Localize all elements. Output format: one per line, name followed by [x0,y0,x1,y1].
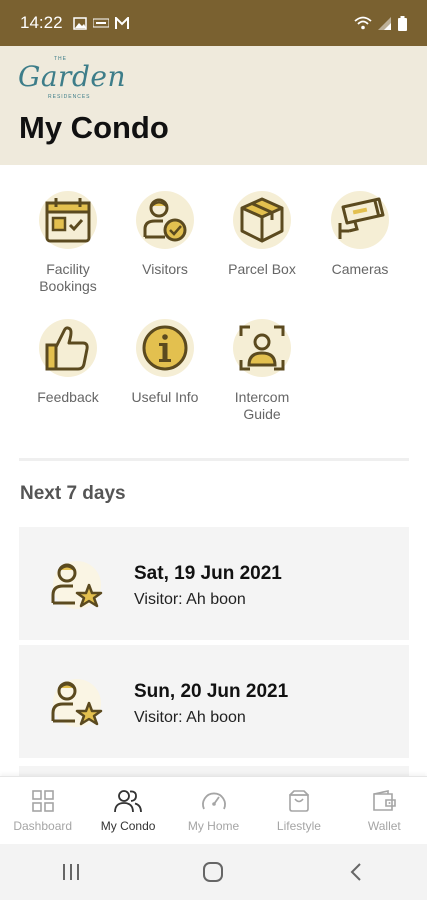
logo-script-text: Garden [18,60,126,93]
battery-icon [398,15,407,31]
tile-visitors[interactable]: Visitors [117,189,213,278]
header: THE Garden RESIDENCES My Condo [0,46,427,165]
tile-label: Feedback [37,389,99,405]
nav-wallet[interactable]: Wallet [342,777,427,844]
visitor-check-icon [143,198,187,242]
status-bar: 14:22 [0,0,427,46]
tile-label: Facility Bookings [39,261,97,294]
tile-label: Intercom Guide [234,389,290,422]
tile-facility-bookings[interactable]: Facility Bookings [20,189,116,295]
notification-icons [72,16,129,30]
tile-label: Useful Info [131,389,199,405]
shopping-bag-icon [289,790,309,812]
m-logo-icon [114,16,129,29]
event-date: Sat, 19 Jun 2021 [134,563,282,584]
nav-label: My Condo [100,819,156,833]
tile-label: Parcel Box [228,261,296,277]
nav-dashboard[interactable]: Dashboard [0,777,85,844]
home-icon[interactable] [202,861,224,883]
nav-label: My Home [187,819,240,833]
system-nav-bar [0,844,427,900]
event-detail: Visitor: Ah boon [134,591,246,608]
logo-bottom-text: RESIDENCES [48,94,91,100]
grid-icon [31,790,54,812]
calendar-icon [45,198,91,243]
tile-useful-info[interactable]: Useful Info [117,317,213,406]
parcel-box-icon [240,197,284,243]
nav-label: Wallet [367,819,401,833]
tile-label: Cameras [331,261,389,277]
event-date: Sun, 20 Jun 2021 [134,681,289,702]
garden-residences-logo: THE Garden RESIDENCES [18,56,125,102]
image-icon [72,16,87,30]
event-card[interactable]: Sun, 20 Jun 2021 Visitor: Ah boon [19,645,409,758]
section-title: Next 7 days [20,483,126,504]
section-divider [19,458,409,461]
wifi-icon [354,16,372,30]
wallet-icon [373,790,397,811]
bottom-nav: Dashboard My Condo My Home Lifestyle Wal… [0,776,427,844]
people-icon [114,790,143,813]
event-card[interactable]: Sat, 19 Jun 2021 Visitor: Ah boon [19,527,409,640]
nav-lifestyle[interactable]: Lifestyle [256,777,341,844]
visitor-star-icon [51,561,103,609]
event-detail: Visitor: Ah boon [134,709,246,726]
nav-label: Dashboard [13,819,73,833]
nav-my-condo[interactable]: My Condo [85,777,170,844]
nav-label: Lifestyle [276,819,321,833]
tile-intercom-guide[interactable]: Intercom Guide [214,317,310,423]
page-title: My Condo [19,110,169,145]
nav-my-home[interactable]: My Home [171,777,256,844]
status-time: 14:22 [20,13,63,32]
signal-icon [378,16,391,30]
visitor-star-icon [51,679,103,727]
cctv-camera-icon [338,197,385,239]
tile-cameras[interactable]: Cameras [312,189,408,278]
face-scan-icon [239,325,285,371]
tile-feedback[interactable]: Feedback [20,317,116,406]
notification-badge-icon [92,18,109,28]
thumbs-up-icon [45,326,89,371]
back-icon[interactable] [345,861,367,883]
tile-label: Visitors [142,261,188,277]
gauge-icon [201,792,226,810]
info-icon [142,325,188,371]
tile-parcel-box[interactable]: Parcel Box [214,189,310,278]
recent-apps-icon[interactable] [60,862,82,882]
status-right-icons [354,15,407,31]
